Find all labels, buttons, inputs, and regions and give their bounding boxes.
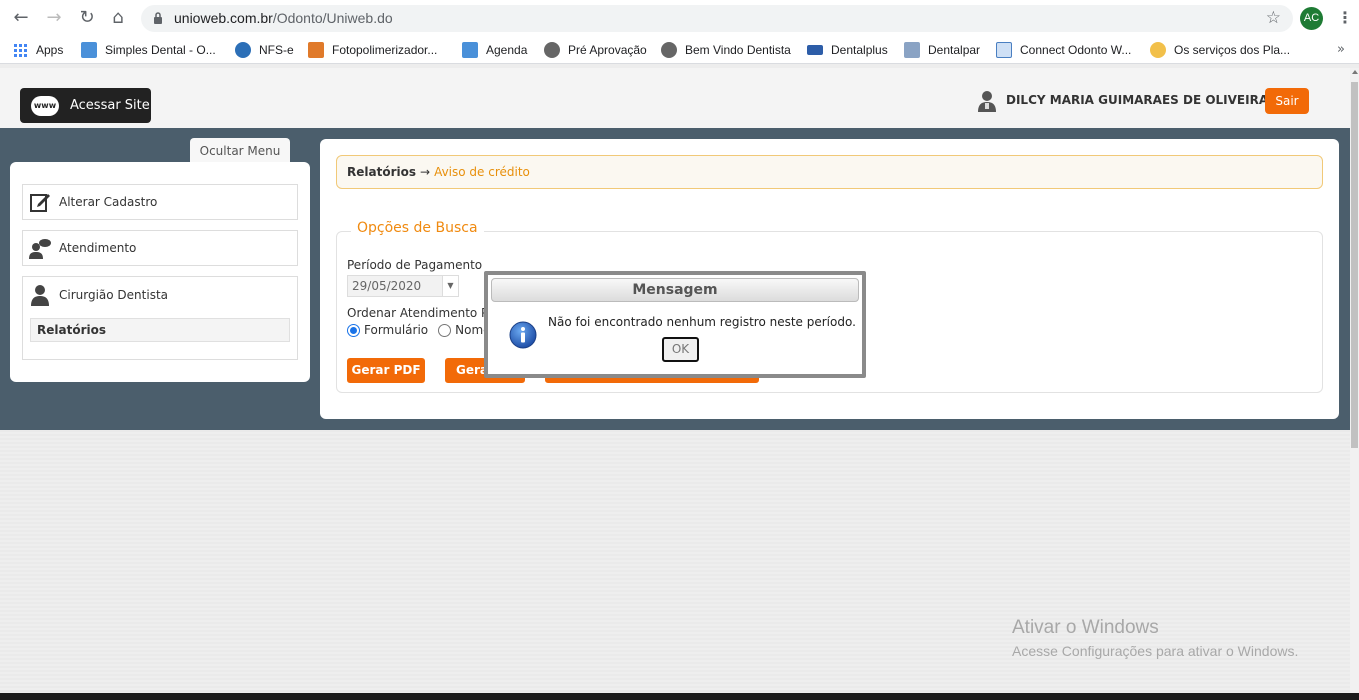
dialog-message: Não foi encontrado nenhum registro neste… (548, 315, 856, 329)
radio-formulario[interactable] (347, 323, 360, 337)
sun-icon (1150, 42, 1166, 58)
logout-button[interactable]: Sair (1265, 88, 1309, 114)
search-options-legend: Opções de Busca (351, 220, 484, 236)
scroll-up-icon[interactable] (1352, 70, 1358, 74)
bookmark-star-icon[interactable]: ☆ (1266, 8, 1281, 28)
dentalpar-icon (904, 42, 920, 58)
forward-icon[interactable]: → (42, 6, 66, 30)
bookmark-label: Simples Dental - O... (105, 43, 216, 57)
apps-grid-icon (14, 43, 27, 57)
user-name: DILCY MARIA GUIMARAES DE OLIVEIRA (1006, 93, 1269, 107)
order-radio-group: Formulário Nome (347, 323, 491, 337)
scrollbar-thumb[interactable] (1351, 82, 1358, 448)
edit-icon (30, 194, 50, 212)
breadcrumb-arrow: → (420, 165, 431, 179)
radio-nome[interactable] (438, 323, 452, 337)
sidebar-item-label: Alterar Cadastro (59, 195, 158, 209)
bookmark-label: Dentalplus (831, 43, 888, 57)
windows-watermark-title: Ativar o Windows (1012, 617, 1159, 638)
bookmark-label: NFS-e (259, 43, 294, 57)
home-icon[interactable]: ⌂ (106, 6, 130, 30)
period-label: Período de Pagamento (347, 258, 483, 272)
abs-icon (308, 42, 324, 58)
globe-icon (544, 42, 560, 58)
bookmark-connect-odonto[interactable]: Connect Odonto W... (996, 42, 1131, 58)
radio-formulario-label: Formulário (364, 323, 429, 337)
bookmark-nfse[interactable]: NFS-e (235, 42, 294, 58)
address-bar[interactable]: unioweb.com.br/Odonto/Uniweb.do ☆ (141, 5, 1293, 32)
bookmark-label: Fotopolimerizador... (332, 43, 438, 57)
bookmark-agenda[interactable]: Agenda (462, 42, 527, 58)
tooth-icon (81, 42, 97, 58)
breadcrumb: Relatórios → Aviso de crédito (336, 155, 1323, 189)
tooth-icon (462, 42, 478, 58)
shield-icon (996, 42, 1012, 58)
access-site-label: Acessar Site (70, 98, 150, 113)
globe-icon (235, 42, 251, 58)
chat-user-icon (29, 239, 51, 259)
sidebar-group-cirurgiao: Cirurgião Dentista Relatórios (22, 276, 298, 360)
bookmark-fotopolimerizador[interactable]: Fotopolimerizador... (308, 42, 437, 58)
sidebar-item-label: Atendimento (59, 241, 137, 255)
sidebar-item-label: Cirurgião Dentista (59, 288, 169, 302)
reload-icon[interactable]: ↻ (75, 6, 99, 30)
chevron-down-icon[interactable]: ▼ (442, 276, 458, 296)
bookmark-label: Bem Vindo Dentista (685, 43, 791, 57)
info-icon (509, 321, 537, 349)
dentalplus-icon (807, 45, 823, 55)
period-value: 29/05/2020 (352, 279, 422, 293)
access-site-button[interactable]: www Acessar Site (20, 88, 151, 123)
sidebar: Alterar Cadastro Atendimento Cirurgião D… (10, 162, 310, 382)
bookmark-apps[interactable]: Apps (14, 42, 63, 58)
globe-icon (661, 42, 677, 58)
sidebar-item-alterar-cadastro[interactable]: Alterar Cadastro (22, 184, 298, 220)
lock-icon (154, 12, 162, 24)
bookmark-label: Agenda (486, 43, 528, 57)
url-path: /Odonto/Uniweb.do (272, 10, 393, 26)
url-text: unioweb.com.br/Odonto/Uniweb.do (174, 10, 393, 26)
ok-button[interactable]: OK (662, 337, 699, 362)
bookmark-pre-aprovacao[interactable]: Pré Aprovação (544, 42, 647, 58)
bookmark-dentalpar[interactable]: Dentalpar (904, 42, 980, 58)
generate-pdf-button[interactable]: Gerar PDF (347, 358, 425, 383)
scrollbar[interactable] (1350, 68, 1359, 700)
bookmark-dentalplus[interactable]: Dentalplus (807, 42, 888, 58)
period-input[interactable]: 29/05/2020 ▼ (347, 275, 459, 297)
taskbar (0, 693, 1359, 700)
dialog-title[interactable]: Mensagem (491, 278, 859, 302)
page-background (0, 430, 1350, 700)
hide-menu-tab[interactable]: Ocultar Menu (190, 138, 290, 164)
windows-watermark-subtitle: Acesse Configurações para ativar o Windo… (1012, 643, 1299, 659)
sidebar-subitem-relatorios[interactable]: Relatórios (30, 318, 290, 342)
page: www Acessar Site DILCY MARIA GUIMARAES D… (0, 68, 1350, 700)
bookmarks-overflow-icon[interactable]: » (1337, 42, 1345, 57)
bookmarks-bar: Apps Simples Dental - O... NFS-e Fotopol… (0, 36, 1359, 64)
breadcrumb-root: Relatórios (347, 165, 416, 179)
profile-avatar[interactable]: AC (1300, 7, 1323, 30)
order-label: Ordenar Atendimento Po (347, 306, 496, 320)
bookmark-label: Dentalpar (928, 43, 981, 57)
bookmark-os-servicos[interactable]: Os serviços dos Pla... (1150, 42, 1290, 58)
menu-kebab-icon[interactable]: ⋮ (1337, 8, 1353, 27)
url-host: unioweb.com.br (174, 10, 273, 26)
doctor-icon (31, 285, 49, 306)
sidebar-item-cirurgiao-dentista[interactable]: Cirurgião Dentista (23, 277, 297, 313)
bookmark-label: Pré Aprovação (568, 43, 647, 57)
sidebar-item-atendimento[interactable]: Atendimento (22, 230, 298, 266)
page-header: www Acessar Site DILCY MARIA GUIMARAES D… (0, 68, 1350, 128)
browser-toolbar: ← → ↻ ⌂ unioweb.com.br/Odonto/Uniweb.do … (0, 0, 1359, 36)
bookmark-label: Connect Odonto W... (1020, 43, 1132, 57)
back-icon[interactable]: ← (9, 6, 33, 30)
bookmark-label: Os serviços dos Pla... (1174, 43, 1291, 57)
user-icon (978, 91, 996, 112)
bookmark-label: Apps (36, 43, 64, 57)
www-icon: www (31, 95, 59, 116)
bookmark-simples-dental[interactable]: Simples Dental - O... (81, 42, 216, 58)
breadcrumb-current[interactable]: Aviso de crédito (434, 165, 530, 179)
message-dialog: Mensagem Não foi encontrado nenhum regis… (484, 271, 866, 378)
bookmark-bem-vindo[interactable]: Bem Vindo Dentista (661, 42, 791, 58)
